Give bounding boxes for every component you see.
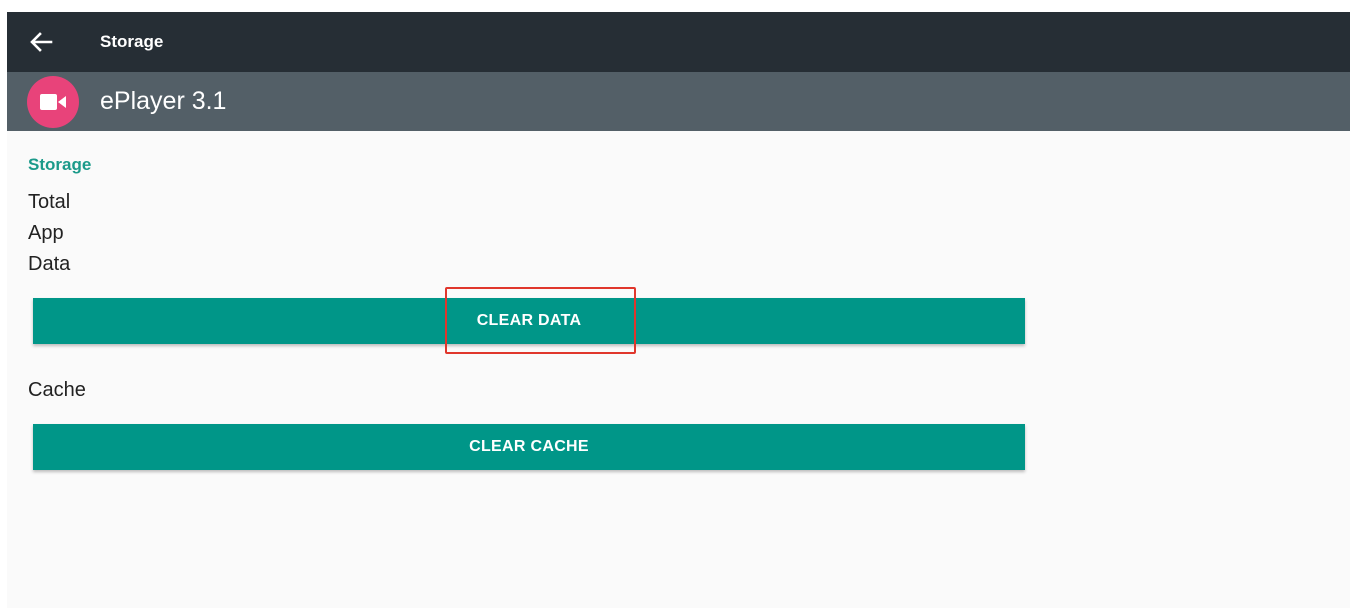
arrow-left-icon — [30, 32, 53, 52]
toolbar-title: Storage — [100, 32, 164, 51]
back-button[interactable] — [25, 26, 57, 58]
video-camera-icon — [40, 94, 66, 110]
top-toolbar: Storage — [7, 12, 1350, 72]
data-size-label: Data — [28, 253, 71, 275]
storage-section-header: Storage — [28, 155, 92, 174]
app-name: ePlayer 3.1 — [100, 87, 227, 115]
app-icon — [27, 76, 79, 128]
cache-label: Cache — [28, 379, 86, 401]
app-size-label: App — [28, 222, 64, 244]
total-label: Total — [28, 191, 71, 213]
app-header: ePlayer 3.1 — [7, 72, 1350, 131]
clear-cache-button[interactable]: CLEAR CACHE — [33, 424, 1025, 470]
app-window: Storage ePlayer 3.1 Storage Total App Da… — [7, 12, 1350, 608]
clear-data-button[interactable]: CLEAR DATA — [33, 298, 1025, 344]
